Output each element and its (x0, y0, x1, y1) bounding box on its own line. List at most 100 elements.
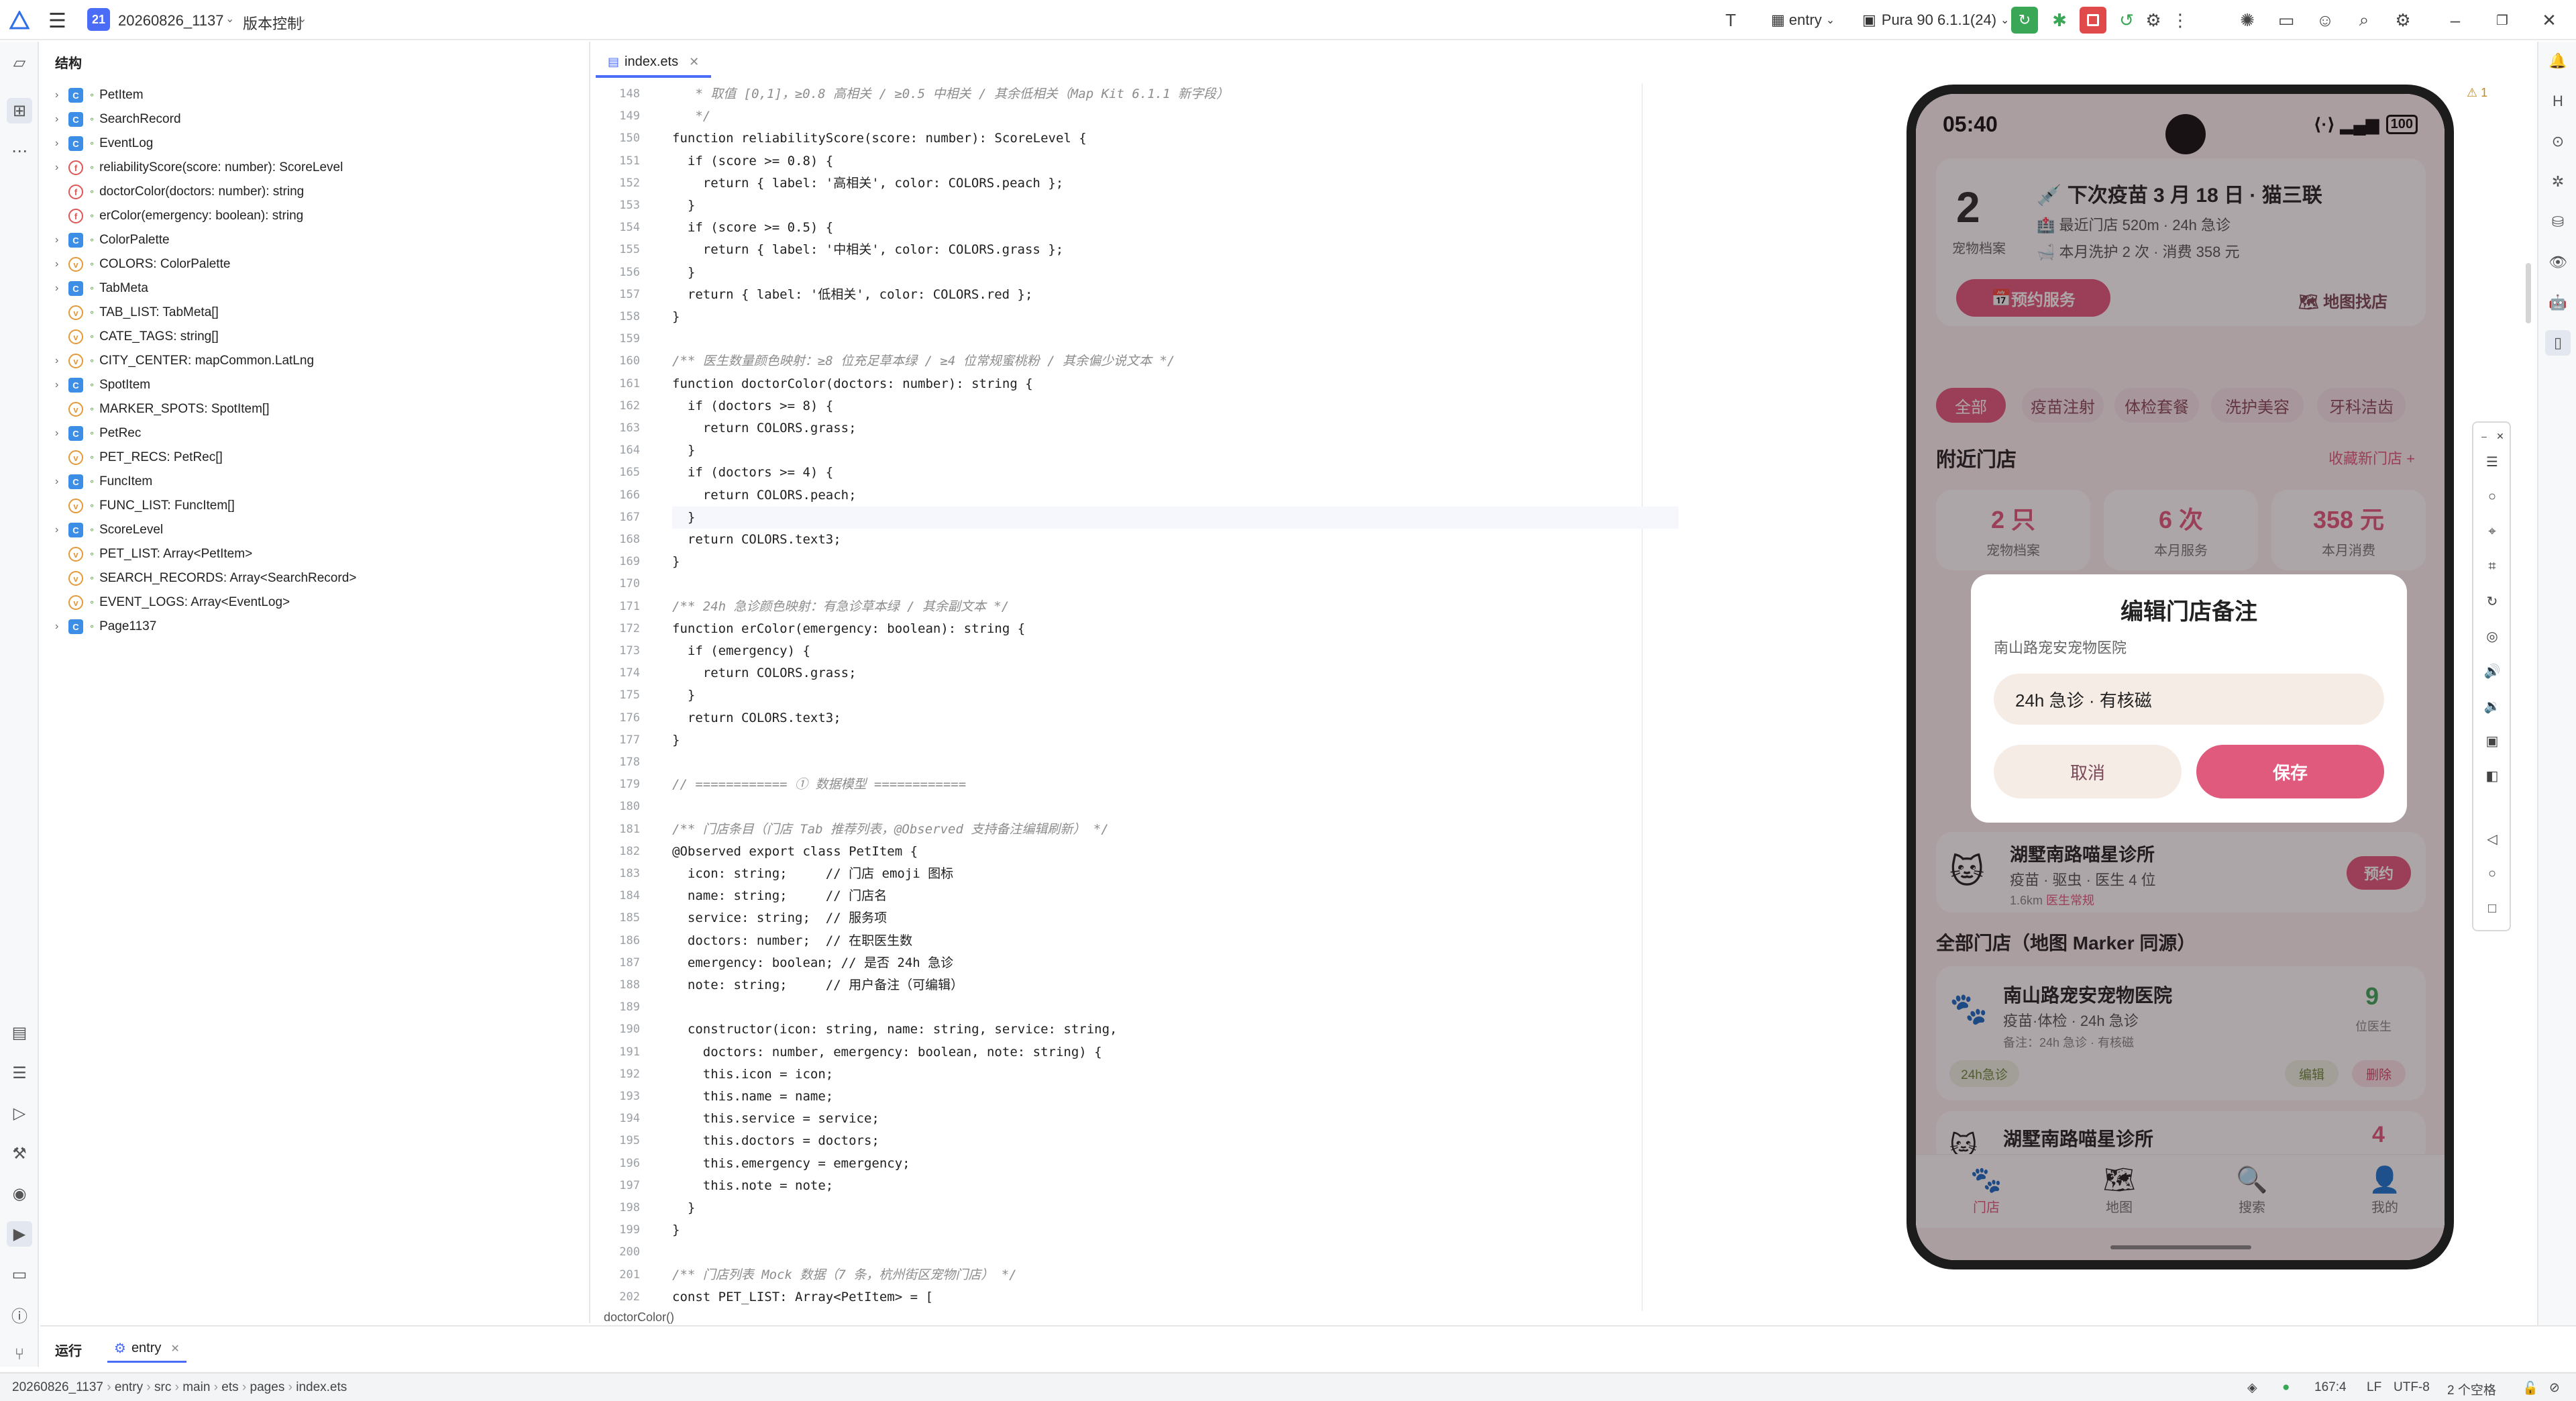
problems-icon[interactable]: ⓘ (7, 1302, 32, 1327)
code-breadcrumb[interactable]: doctorColor() (604, 1310, 674, 1325)
run-button[interactable]: ↻ (2011, 7, 2038, 34)
expand-arrow-icon[interactable]: › (55, 379, 68, 391)
code-line[interactable]: * 取值 [0,1]，≥0.8 高相关 / ≥0.5 中相关 / 其余低相关（M… (672, 83, 1229, 105)
expand-arrow-icon[interactable]: › (55, 524, 68, 536)
code-line[interactable]: return COLORS.text3; (672, 707, 841, 729)
code-line[interactable]: } (672, 507, 695, 529)
note-input[interactable]: 24h 急诊 · 有核磁 (1994, 674, 2384, 725)
toolbar-close-icon[interactable]: ✕ (2492, 425, 2508, 447)
tree-item[interactable]: › C ⚬ EventLog (55, 132, 153, 156)
indent-setting[interactable]: 2 个空格 (2447, 1380, 2496, 1398)
home-icon[interactable]: ○ (2481, 863, 2503, 884)
stop-button[interactable] (2080, 7, 2106, 34)
main-menu-icon[interactable]: ☰ (48, 9, 66, 33)
terminal-icon[interactable]: ▭ (7, 1261, 32, 1287)
robot-icon[interactable]: 🤖 (2545, 290, 2571, 315)
code-line[interactable]: emergency: boolean; // 是否 24h 急诊 (672, 952, 953, 974)
project-folder-icon[interactable]: ▱ (7, 50, 32, 75)
code-line[interactable]: } (672, 551, 680, 573)
screenshot-icon[interactable]: ▣ (2481, 730, 2503, 751)
expand-arrow-icon[interactable]: › (55, 355, 68, 367)
memory-icon[interactable]: ◈ (2247, 1380, 2257, 1396)
code-line[interactable]: return { label: '中相关', color: COLORS.gra… (672, 239, 1063, 261)
expand-arrow-icon[interactable]: › (55, 258, 68, 270)
volume-down-icon[interactable]: 🔉 (2481, 695, 2503, 717)
code-line[interactable]: doctors: number; // 在职医生数 (672, 930, 912, 952)
expand-arrow-icon[interactable]: › (55, 162, 68, 174)
notifications-icon[interactable]: 🔔 (2545, 48, 2571, 74)
breadcrumb-segment[interactable]: main (182, 1380, 210, 1394)
volume-up-icon[interactable]: 🔊 (2481, 660, 2503, 682)
code-line[interactable]: } (672, 262, 695, 284)
caret-position[interactable]: 167:4 (2314, 1380, 2347, 1395)
tree-item[interactable]: › C ⚬ TabMeta (55, 276, 148, 301)
cancel-button[interactable]: 取消 (1994, 745, 2182, 798)
code-line[interactable]: note: string; // 用户备注（可编辑） (672, 974, 963, 996)
editor-scrollbar[interactable] (2526, 263, 2531, 323)
expand-arrow-icon[interactable]: › (55, 282, 68, 295)
code-line[interactable]: return COLORS.grass; (672, 662, 857, 684)
code-line[interactable]: return COLORS.peach; (672, 484, 857, 507)
breadcrumb-segment[interactable]: pages (250, 1380, 285, 1394)
git-icon[interactable]: ⑂ (7, 1342, 32, 1367)
device-select[interactable]: Pura 90 6.1.1(24) (1882, 11, 1996, 29)
code-line[interactable]: return COLORS.grass; (672, 417, 857, 439)
code-line[interactable]: return { label: '高相关', color: COLORS.pea… (672, 172, 1063, 195)
device-tool-icon[interactable]: ▯ (2545, 330, 2571, 356)
tab-close-icon[interactable]: ✕ (689, 55, 699, 69)
project-name[interactable]: 20260826_1137 (118, 12, 223, 30)
account-icon[interactable]: ☺ (2312, 7, 2339, 34)
module-chevron-icon[interactable]: ⌄ (1826, 13, 1835, 27)
maximize-icon[interactable]: ❐ (2489, 7, 2516, 34)
code-line[interactable]: this.note = note; (672, 1175, 833, 1197)
tree-item[interactable]: › C ⚬ SpotItem (55, 373, 150, 397)
rotate-icon[interactable]: ↻ (2481, 590, 2503, 612)
tree-item[interactable]: v ⚬ PET_LIST: Array<PetItem> (55, 542, 252, 566)
code-line[interactable]: if (doctors >= 8) { (672, 395, 833, 417)
run-tool-icon[interactable]: ▷ (7, 1100, 32, 1126)
code-line[interactable]: this.name = name; (672, 1086, 833, 1108)
pin-icon[interactable]: ⌖ (2481, 521, 2503, 542)
code-line[interactable]: return { label: '低相关', color: COLORS.red… (672, 284, 1033, 306)
plugin-icon[interactable]: ✲ (2545, 169, 2571, 195)
tree-item[interactable]: v ⚬ PET_RECS: PetRec[] (55, 446, 223, 470)
minimize-icon[interactable]: – (2442, 7, 2469, 34)
code-line[interactable]: this.icon = icon; (672, 1063, 833, 1086)
tree-item[interactable]: › f ⚬ reliabilityScore(score: number): Scor… (55, 156, 343, 180)
expand-arrow-icon[interactable]: › (55, 476, 68, 488)
expand-arrow-icon[interactable]: › (55, 234, 68, 246)
code-linter-icon[interactable]: T (1717, 7, 1744, 34)
code-line[interactable]: } (672, 306, 680, 328)
code-line[interactable]: this.emergency = emergency; (672, 1153, 910, 1175)
breadcrumb-segment[interactable]: index.ets (296, 1380, 347, 1394)
tree-item[interactable]: › C ⚬ FuncItem (55, 470, 152, 494)
breadcrumb-segment[interactable]: entry (115, 1380, 143, 1394)
code-line[interactable]: const PET_LIST: Array<PetItem> = [ (672, 1286, 933, 1308)
save-button[interactable]: 保存 (2196, 745, 2384, 798)
code-line[interactable]: function reliabilityScore(score: number)… (672, 127, 1087, 150)
tree-item[interactable]: › C ⚬ Page1137 (55, 615, 156, 639)
expand-arrow-icon[interactable]: › (55, 89, 68, 101)
todo-icon[interactable]: ▤ (7, 1020, 32, 1045)
hvigor-icon[interactable]: H (2545, 89, 2571, 114)
tree-item[interactable]: v ⚬ FUNC_LIST: FuncItem[] (55, 494, 235, 518)
back-icon[interactable]: ◁ (2481, 828, 2503, 849)
more-tools-icon[interactable]: ⋯ (7, 138, 32, 164)
device-manager-icon[interactable]: ▭ (2273, 7, 2300, 34)
breadcrumb-segment[interactable]: ets (221, 1380, 238, 1394)
run-tab-entry[interactable]: ⚙ entry ✕ (107, 1336, 186, 1363)
tree-item[interactable]: v ⚬ CATE_TAGS: string[] (55, 325, 219, 349)
code-line[interactable]: } (672, 195, 695, 217)
tree-item[interactable]: › C ⚬ PetRec (55, 421, 141, 446)
location-icon[interactable]: ◎ (2481, 625, 2503, 647)
tree-item[interactable]: v ⚬ MARKER_SPOTS: SpotItem[] (55, 397, 269, 421)
tree-item[interactable]: › C ⚬ ScoreLevel (55, 518, 163, 542)
code-line[interactable]: } (672, 1197, 695, 1219)
code-style-icon[interactable]: ⊘ (2549, 1380, 2560, 1396)
device-chevron-icon[interactable]: ⌄ (2000, 13, 2009, 27)
tree-item[interactable]: v ⚬ TAB_LIST: TabMeta[] (55, 301, 219, 325)
tree-item[interactable]: f ⚬ erColor(emergency: boolean): string (55, 204, 303, 228)
code-line[interactable]: if (score >= 0.8) { (672, 150, 833, 172)
breadcrumb-segment[interactable]: src (154, 1380, 171, 1394)
code-line[interactable]: function doctorColor(doctors: number): s… (672, 373, 1033, 395)
